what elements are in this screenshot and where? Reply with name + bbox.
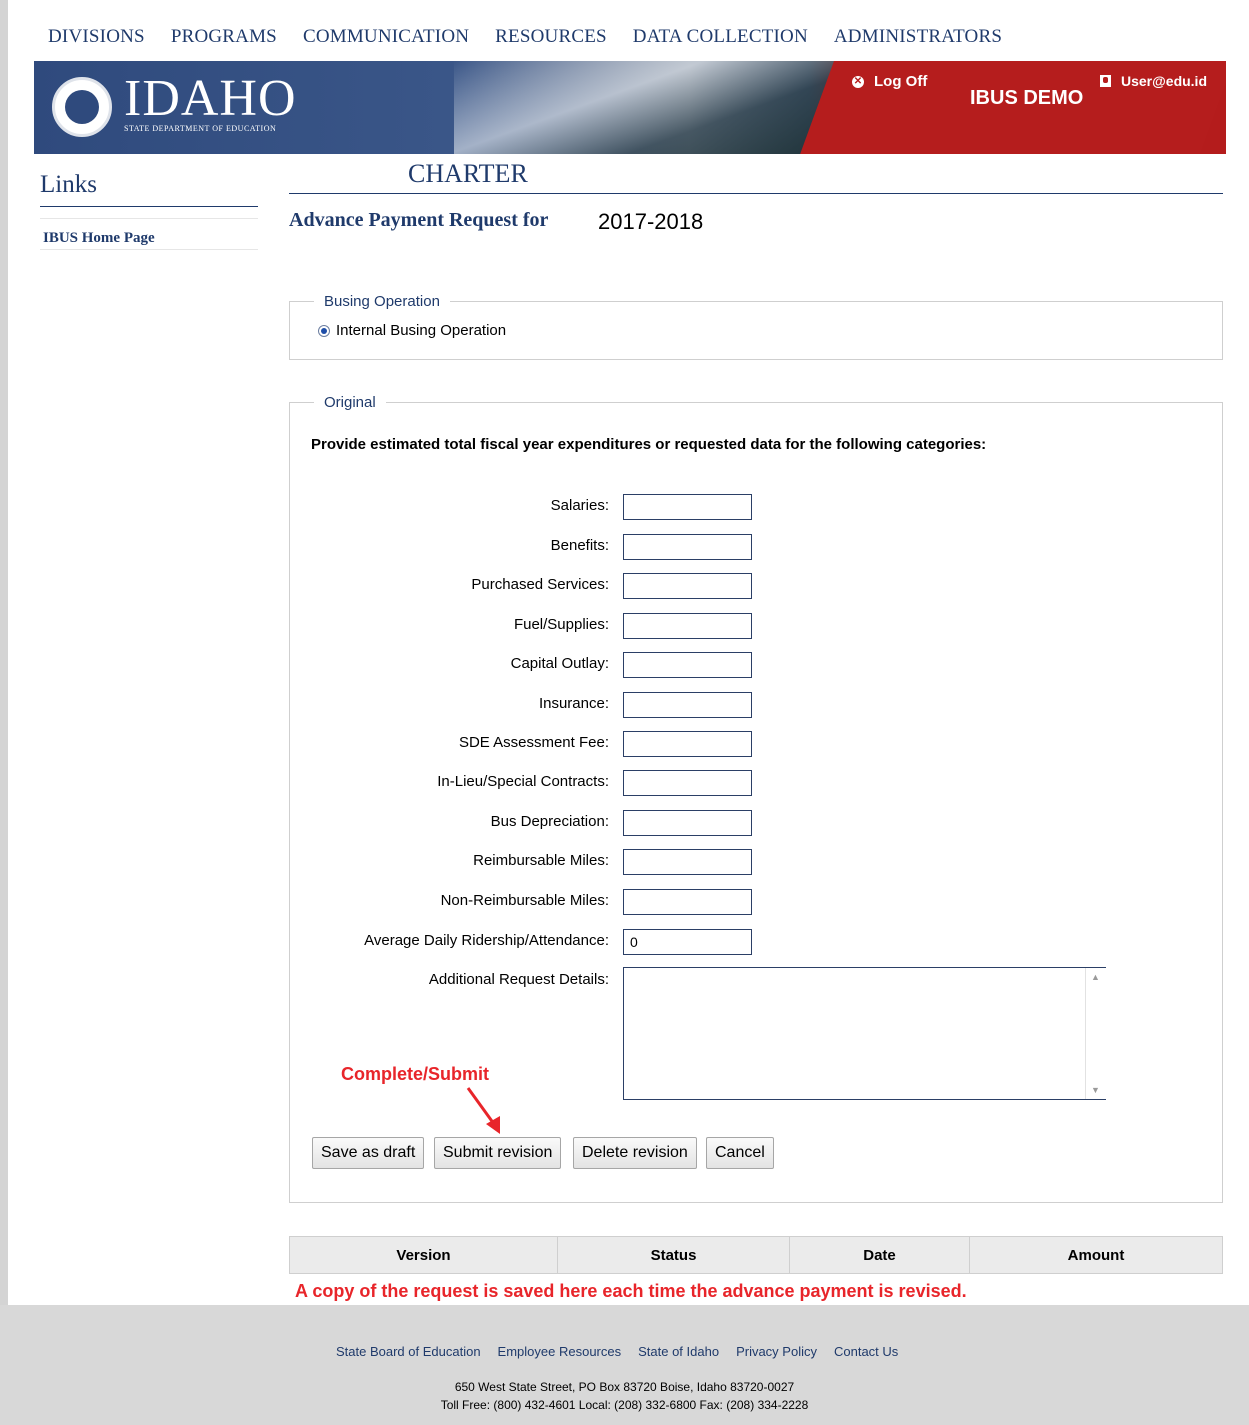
instructions-text: Provide estimated total fiscal year expe… xyxy=(311,436,987,453)
insurance-input[interactable] xyxy=(623,692,752,718)
brand-subtitle: STATE DEPARTMENT OF EDUCATION xyxy=(124,124,277,133)
header-banner: IDAHO STATE DEPARTMENT OF EDUCATION ✕ Lo… xyxy=(34,61,1226,154)
benefits-label: Benefits: xyxy=(550,537,609,554)
salaries-input[interactable] xyxy=(623,494,752,520)
benefits-input[interactable] xyxy=(623,534,752,560)
average-ridership-label: Average Daily Ridership/Attendance: xyxy=(364,932,609,949)
nav-divisions[interactable]: DIVISIONS xyxy=(48,26,145,48)
internal-busing-option[interactable]: Internal Busing Operation xyxy=(318,322,506,339)
in-lieu-contracts-label: In-Lieu/Special Contracts: xyxy=(437,773,609,790)
nav-programs[interactable]: PROGRAMS xyxy=(171,26,277,48)
nav-communication[interactable]: COMMUNICATION xyxy=(303,26,469,48)
scroll-down-icon[interactable]: ▼ xyxy=(1091,1085,1100,1095)
brand-logo-text: IDAHO xyxy=(124,70,297,127)
purchased-services-input[interactable] xyxy=(623,573,752,599)
submit-hint-annotation: Complete/Submit xyxy=(341,1064,490,1084)
sidebar-divider xyxy=(40,218,258,219)
reimbursable-miles-input[interactable] xyxy=(623,849,752,875)
capital-outlay-input[interactable] xyxy=(623,652,752,678)
app-name: IBUS DEMO xyxy=(970,87,1084,109)
cancel-button[interactable]: Cancel xyxy=(706,1137,774,1169)
additional-details-textarea[interactable] xyxy=(623,967,1106,1100)
sde-assessment-fee-input[interactable] xyxy=(623,731,752,757)
original-legend: Original xyxy=(324,394,376,411)
fuel-supplies-input[interactable] xyxy=(623,613,752,639)
logoff-link[interactable]: ✕ Log Off xyxy=(852,73,927,90)
column-header-amount: Amount xyxy=(969,1236,1223,1274)
user-email: User@edu.id xyxy=(1121,73,1208,89)
textarea-scrollbar[interactable]: ▲ ▼ xyxy=(1085,968,1106,1099)
sidebar-title: Links xyxy=(40,171,97,198)
column-header-status: Status xyxy=(557,1236,790,1274)
additional-details-label: Additional Request Details: xyxy=(428,971,609,988)
scroll-up-icon[interactable]: ▲ xyxy=(1091,972,1100,982)
footer-link-contact-us[interactable]: Contact Us xyxy=(834,1344,898,1359)
page-left-border xyxy=(0,0,8,1305)
footer-links: State Board of Education Employee Resour… xyxy=(336,1344,915,1359)
user-icon xyxy=(1100,75,1111,87)
sidebar-divider xyxy=(40,206,258,207)
save-draft-button[interactable]: Save as draft xyxy=(312,1137,425,1169)
busing-operation-legend: Busing Operation xyxy=(324,293,440,310)
fiscal-year: 2017-2018 xyxy=(598,209,704,234)
versions-table: Version Status Date Amount xyxy=(289,1236,1223,1274)
footer-address: 650 West State Street, PO Box 83720 Bois… xyxy=(454,1380,795,1394)
reimbursable-miles-label: Reimbursable Miles: xyxy=(473,852,609,869)
non-reimbursable-miles-label: Non-Reimbursable Miles: xyxy=(440,892,609,909)
footer-link-state-board[interactable]: State Board of Education xyxy=(336,1344,481,1359)
logoff-label: Log Off xyxy=(874,73,928,90)
state-seal-icon xyxy=(52,77,112,137)
red-arrow-icon xyxy=(466,1087,500,1134)
sidebar-divider xyxy=(40,249,258,250)
nav-resources[interactable]: RESOURCES xyxy=(495,26,607,48)
footer-link-privacy-policy[interactable]: Privacy Policy xyxy=(736,1344,817,1359)
sde-assessment-fee-label: SDE Assessment Fee: xyxy=(458,734,609,751)
nav-data-collection[interactable]: DATA COLLECTION xyxy=(633,26,808,48)
purchased-services-label: Purchased Services: xyxy=(471,576,609,593)
request-label: Advance Payment Request for xyxy=(289,209,549,231)
footer-link-state-of-idaho[interactable]: State of Idaho xyxy=(638,1344,719,1359)
title-divider xyxy=(289,193,1223,194)
table-header-row: Version Status Date Amount xyxy=(289,1236,1223,1274)
non-reimbursable-miles-input[interactable] xyxy=(623,889,752,915)
radio-selected-icon[interactable] xyxy=(318,324,330,337)
insurance-label: Insurance: xyxy=(538,695,609,712)
fuel-supplies-label: Fuel/Supplies: xyxy=(513,616,609,633)
average-ridership-input[interactable] xyxy=(623,929,752,955)
column-header-version: Version xyxy=(289,1236,558,1274)
bus-depreciation-label: Bus Depreciation: xyxy=(490,813,609,830)
in-lieu-contracts-input[interactable] xyxy=(623,770,752,796)
bus-depreciation-input[interactable] xyxy=(623,810,752,836)
sidebar-item-ibus-home[interactable]: IBUS Home Page xyxy=(43,230,155,247)
submit-revision-button[interactable]: Submit revision xyxy=(434,1137,562,1169)
footer-phones: Toll Free: (800) 432-4601 Local: (208) 3… xyxy=(440,1398,809,1412)
internal-busing-label: Internal Busing Operation xyxy=(336,322,507,339)
page-title: CHARTER xyxy=(408,159,528,188)
close-circle-icon: ✕ xyxy=(852,75,864,88)
salaries-label: Salaries: xyxy=(550,497,609,514)
top-nav: DIVISIONS PROGRAMS COMMUNICATION RESOURC… xyxy=(48,26,1028,48)
capital-outlay-label: Capital Outlay: xyxy=(510,655,609,672)
copy-note-annotation: A copy of the request is saved here each… xyxy=(295,1281,967,1301)
nav-administrators[interactable]: ADMINISTRATORS xyxy=(834,26,1002,48)
column-header-date: Date xyxy=(789,1236,970,1274)
user-account[interactable]: User@edu.id xyxy=(1100,73,1207,89)
footer-link-employee-resources[interactable]: Employee Resources xyxy=(498,1344,622,1359)
delete-revision-button[interactable]: Delete revision xyxy=(573,1137,697,1169)
